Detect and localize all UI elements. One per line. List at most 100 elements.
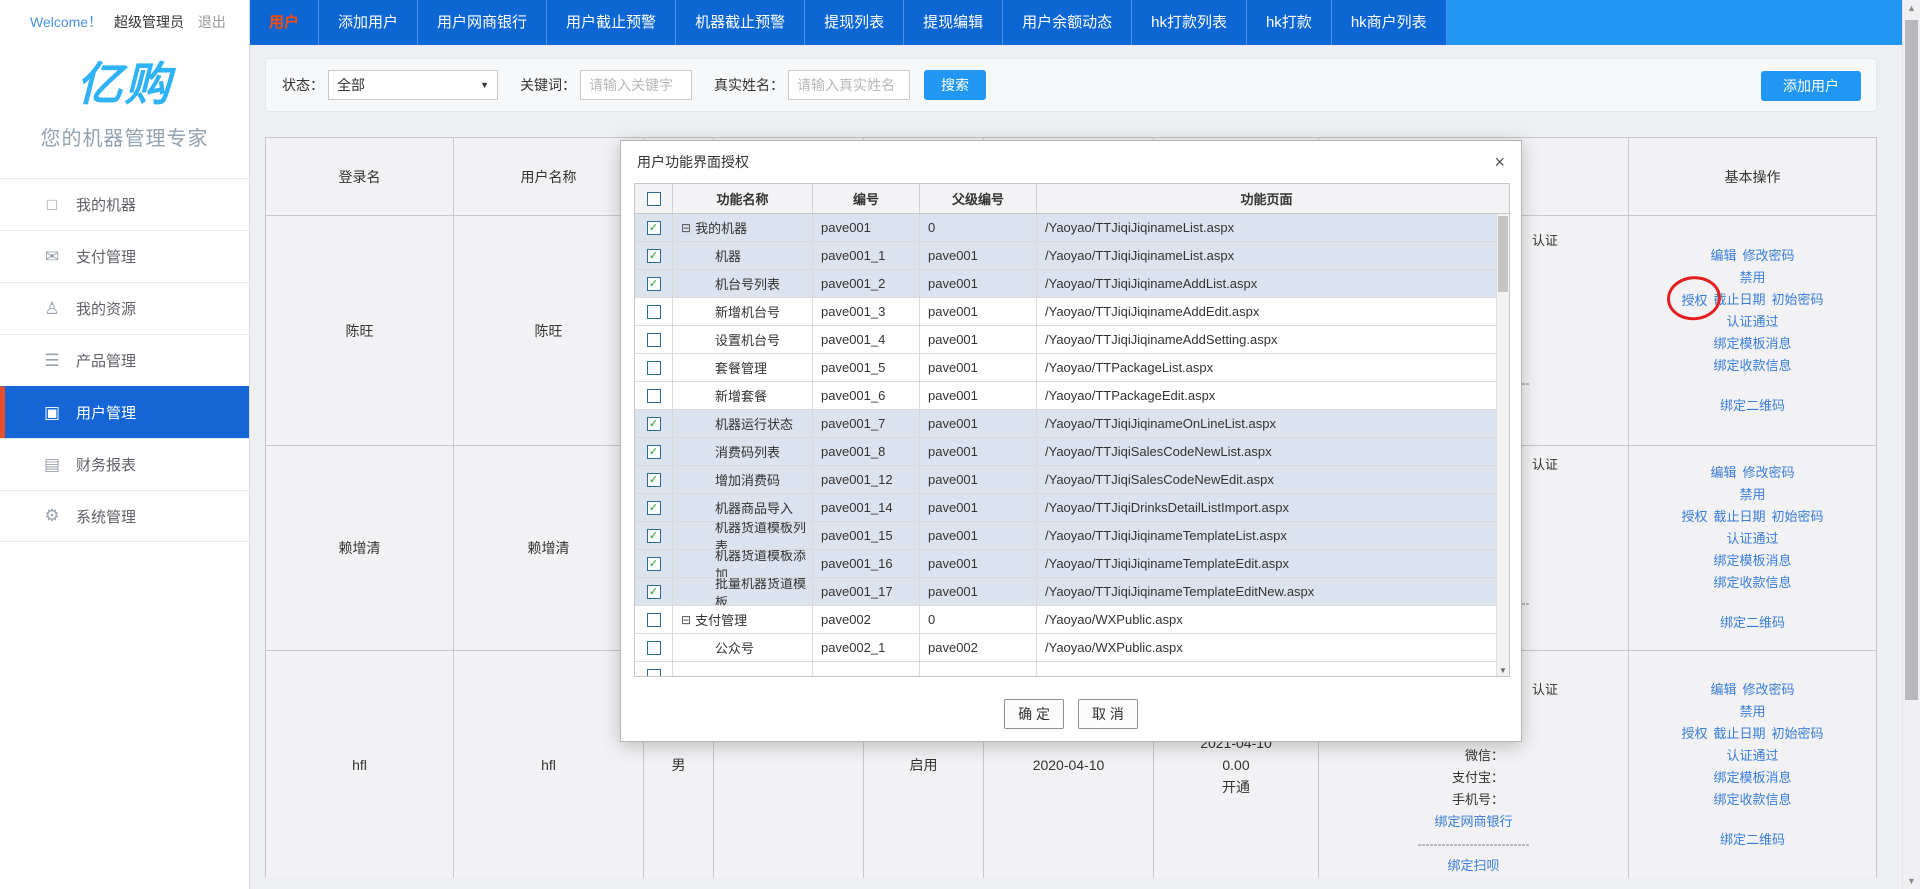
- sidebar-item-my-machines[interactable]: □ 我的机器: [0, 178, 249, 230]
- 批量机器货道模板: ✓ 批量机器货道模板 pave001_17 pave001 /Yaoyao/TT…: [635, 578, 1509, 606]
- bind-bank-link[interactable]: 绑定网商银行: [1434, 811, 1512, 833]
- modal-scrollbar-thumb[interactable]: [1498, 216, 1508, 292]
- sidebar-item-resources[interactable]: ♙ 我的资源: [0, 282, 249, 334]
- init-password-link[interactable]: 初始密码: [1772, 289, 1824, 311]
- permission-code: pave001_1: [813, 242, 920, 269]
- sidebar-item-payment[interactable]: ✉ 支付管理: [0, 230, 249, 282]
- permissions-table: 功能名称 编号 父级编号 功能页面 ✓ ⊟我的机器 pave001 0 /Yao…: [634, 183, 1510, 677]
- confirm-button[interactable]: 确 定: [1004, 699, 1064, 729]
- bind-payment-link[interactable]: 绑定收款信息: [1713, 789, 1791, 811]
- row-checkbox[interactable]: ✓: [647, 417, 661, 431]
- row-checkbox[interactable]: ✓: [647, 473, 661, 487]
- permission-name: 增加消费码: [715, 470, 780, 489]
- bind-payment-link[interactable]: 绑定收款信息: [1713, 355, 1791, 377]
- change-password-link[interactable]: 修改密码: [1743, 245, 1795, 267]
- disable-link[interactable]: 禁用: [1739, 701, 1765, 723]
- row-checkbox[interactable]: ✓: [647, 221, 661, 235]
- row-checkbox[interactable]: [647, 305, 661, 319]
- tab-hk-payment-list[interactable]: hk打款列表: [1132, 0, 1247, 45]
- cert-pass-link[interactable]: 认证通过: [1726, 745, 1778, 767]
- change-password-link[interactable]: 修改密码: [1743, 462, 1795, 484]
- add-user-button[interactable]: 添加用户: [1761, 71, 1861, 101]
- close-icon[interactable]: ×: [1494, 153, 1505, 171]
- permission-page: /Yaoyao/TTJiqiJiqinameTemplateList.aspx: [1037, 522, 1509, 549]
- cell-login: 赖增清: [266, 446, 453, 650]
- scroll-down-icon[interactable]: ▼: [1497, 666, 1509, 675]
- tab-withdraw-list[interactable]: 提现列表: [805, 0, 904, 45]
- row-checkbox[interactable]: [647, 613, 661, 627]
- init-password-link[interactable]: 初始密码: [1772, 723, 1824, 745]
- tab-add-user[interactable]: 添加用户: [319, 0, 418, 45]
- permission-page: /Yaoyao/TTJiqiJiqinameTemplateEdit.aspx: [1037, 550, 1509, 577]
- realname-input[interactable]: [788, 70, 910, 100]
- bind-qrcode-link[interactable]: 绑定二维码: [1720, 829, 1785, 851]
- cert-pass-link[interactable]: 认证通过: [1726, 528, 1778, 550]
- row-checkbox[interactable]: ✓: [647, 501, 661, 515]
- cert-pass-link[interactable]: 认证通过: [1726, 311, 1778, 333]
- scroll-down-icon[interactable]: ▼: [1903, 876, 1920, 886]
- authorize-link[interactable]: 授权: [1681, 293, 1707, 308]
- select-all-checkbox[interactable]: [647, 192, 661, 206]
- bind-qrcode-link[interactable]: 绑定二维码: [1720, 395, 1785, 417]
- tab-balance-activity[interactable]: 用户余额动态: [1003, 0, 1132, 45]
- authorize-link[interactable]: 授权: [1681, 506, 1707, 528]
- row-checkbox[interactable]: ✓: [647, 277, 661, 291]
- deadline-link[interactable]: 截止日期: [1713, 289, 1765, 311]
- deadline-link[interactable]: 截止日期: [1713, 506, 1765, 528]
- logout-link[interactable]: 退出: [198, 14, 226, 30]
- keyword-input[interactable]: [580, 70, 692, 100]
- row-checkbox[interactable]: ✓: [647, 557, 661, 571]
- sidebar-item-products[interactable]: ☰ 产品管理: [0, 334, 249, 386]
- permission-parent: pave002: [920, 634, 1037, 661]
- row-checkbox[interactable]: [647, 669, 661, 677]
- row-checkbox[interactable]: ✓: [647, 585, 661, 599]
- page-scrollbar-thumb[interactable]: [1905, 20, 1918, 700]
- change-password-link[interactable]: 修改密码: [1743, 679, 1795, 701]
- bind-scan-link[interactable]: 绑定扫呗: [1447, 855, 1499, 877]
- disable-link[interactable]: 禁用: [1739, 484, 1765, 506]
- row-checkbox[interactable]: [647, 333, 661, 347]
- authorize-link[interactable]: 授权: [1681, 723, 1707, 745]
- row-checkbox[interactable]: ✓: [647, 445, 661, 459]
- disable-link[interactable]: 禁用: [1739, 267, 1765, 289]
- tab-hk-merchant-list[interactable]: hk商户列表: [1332, 0, 1447, 45]
- bind-qrcode-link[interactable]: 绑定二维码: [1720, 612, 1785, 634]
- row-checkbox[interactable]: ✓: [647, 249, 661, 263]
- tab-user-deadline-alert[interactable]: 用户截止预警: [547, 0, 676, 45]
- sidebar-item-finance[interactable]: ▤ 财务报表: [0, 438, 249, 490]
- authorization-modal: 用户功能界面授权 × 功能名称 编号 父级编号 功能页面 ✓ ⊟我的机器 pav…: [620, 140, 1522, 742]
- sidebar-item-users[interactable]: ▣ 用户管理: [0, 386, 249, 438]
- tab-user-bank[interactable]: 用户网商银行: [418, 0, 547, 45]
- bind-template-link[interactable]: 绑定模板消息: [1713, 333, 1791, 355]
- row-checkbox[interactable]: ✓: [647, 529, 661, 543]
- permission-name: 机器运行状态: [715, 414, 793, 433]
- edit-link[interactable]: 编辑: [1710, 462, 1736, 484]
- edit-link[interactable]: 编辑: [1710, 679, 1736, 701]
- permission-row: [635, 662, 1509, 676]
- bind-template-link[interactable]: 绑定模板消息: [1713, 767, 1791, 789]
- bind-payment-link[interactable]: 绑定收款信息: [1713, 572, 1791, 594]
- deadline-link[interactable]: 截止日期: [1713, 723, 1765, 745]
- select-all-cell: [635, 184, 673, 213]
- tab-machine-deadline-alert[interactable]: 机器截止预警: [676, 0, 805, 45]
- modal-scrollbar[interactable]: ▼: [1496, 214, 1509, 676]
- init-password-link[interactable]: 初始密码: [1772, 506, 1824, 528]
- tab-withdraw-edit[interactable]: 提现编辑: [904, 0, 1003, 45]
- tab-hk-payment[interactable]: hk打款: [1247, 0, 1332, 45]
- row-checkbox[interactable]: [647, 389, 661, 403]
- page-scrollbar[interactable]: ▲ ▼: [1902, 0, 1920, 889]
- sidebar-item-label: 我的资源: [76, 298, 136, 319]
- scroll-up-icon[interactable]: ▲: [1903, 3, 1920, 13]
- search-button[interactable]: 搜索: [924, 70, 986, 100]
- sidebar-item-system[interactable]: ⚙ 系统管理: [0, 490, 249, 542]
- edit-link[interactable]: 编辑: [1710, 245, 1736, 267]
- cancel-button[interactable]: 取 消: [1078, 699, 1138, 729]
- row-checkbox[interactable]: [647, 361, 661, 375]
- permission-page: /Yaoyao/TTJiqiJiqinameList.aspx: [1037, 242, 1509, 269]
- row-checkbox[interactable]: [647, 641, 661, 655]
- tab-users[interactable]: 用户: [250, 0, 319, 45]
- status-select[interactable]: 全部 ▼: [328, 70, 498, 100]
- permission-name: 公众号: [715, 638, 754, 657]
- permission-parent: 0: [920, 214, 1037, 241]
- bind-template-link[interactable]: 绑定模板消息: [1713, 550, 1791, 572]
